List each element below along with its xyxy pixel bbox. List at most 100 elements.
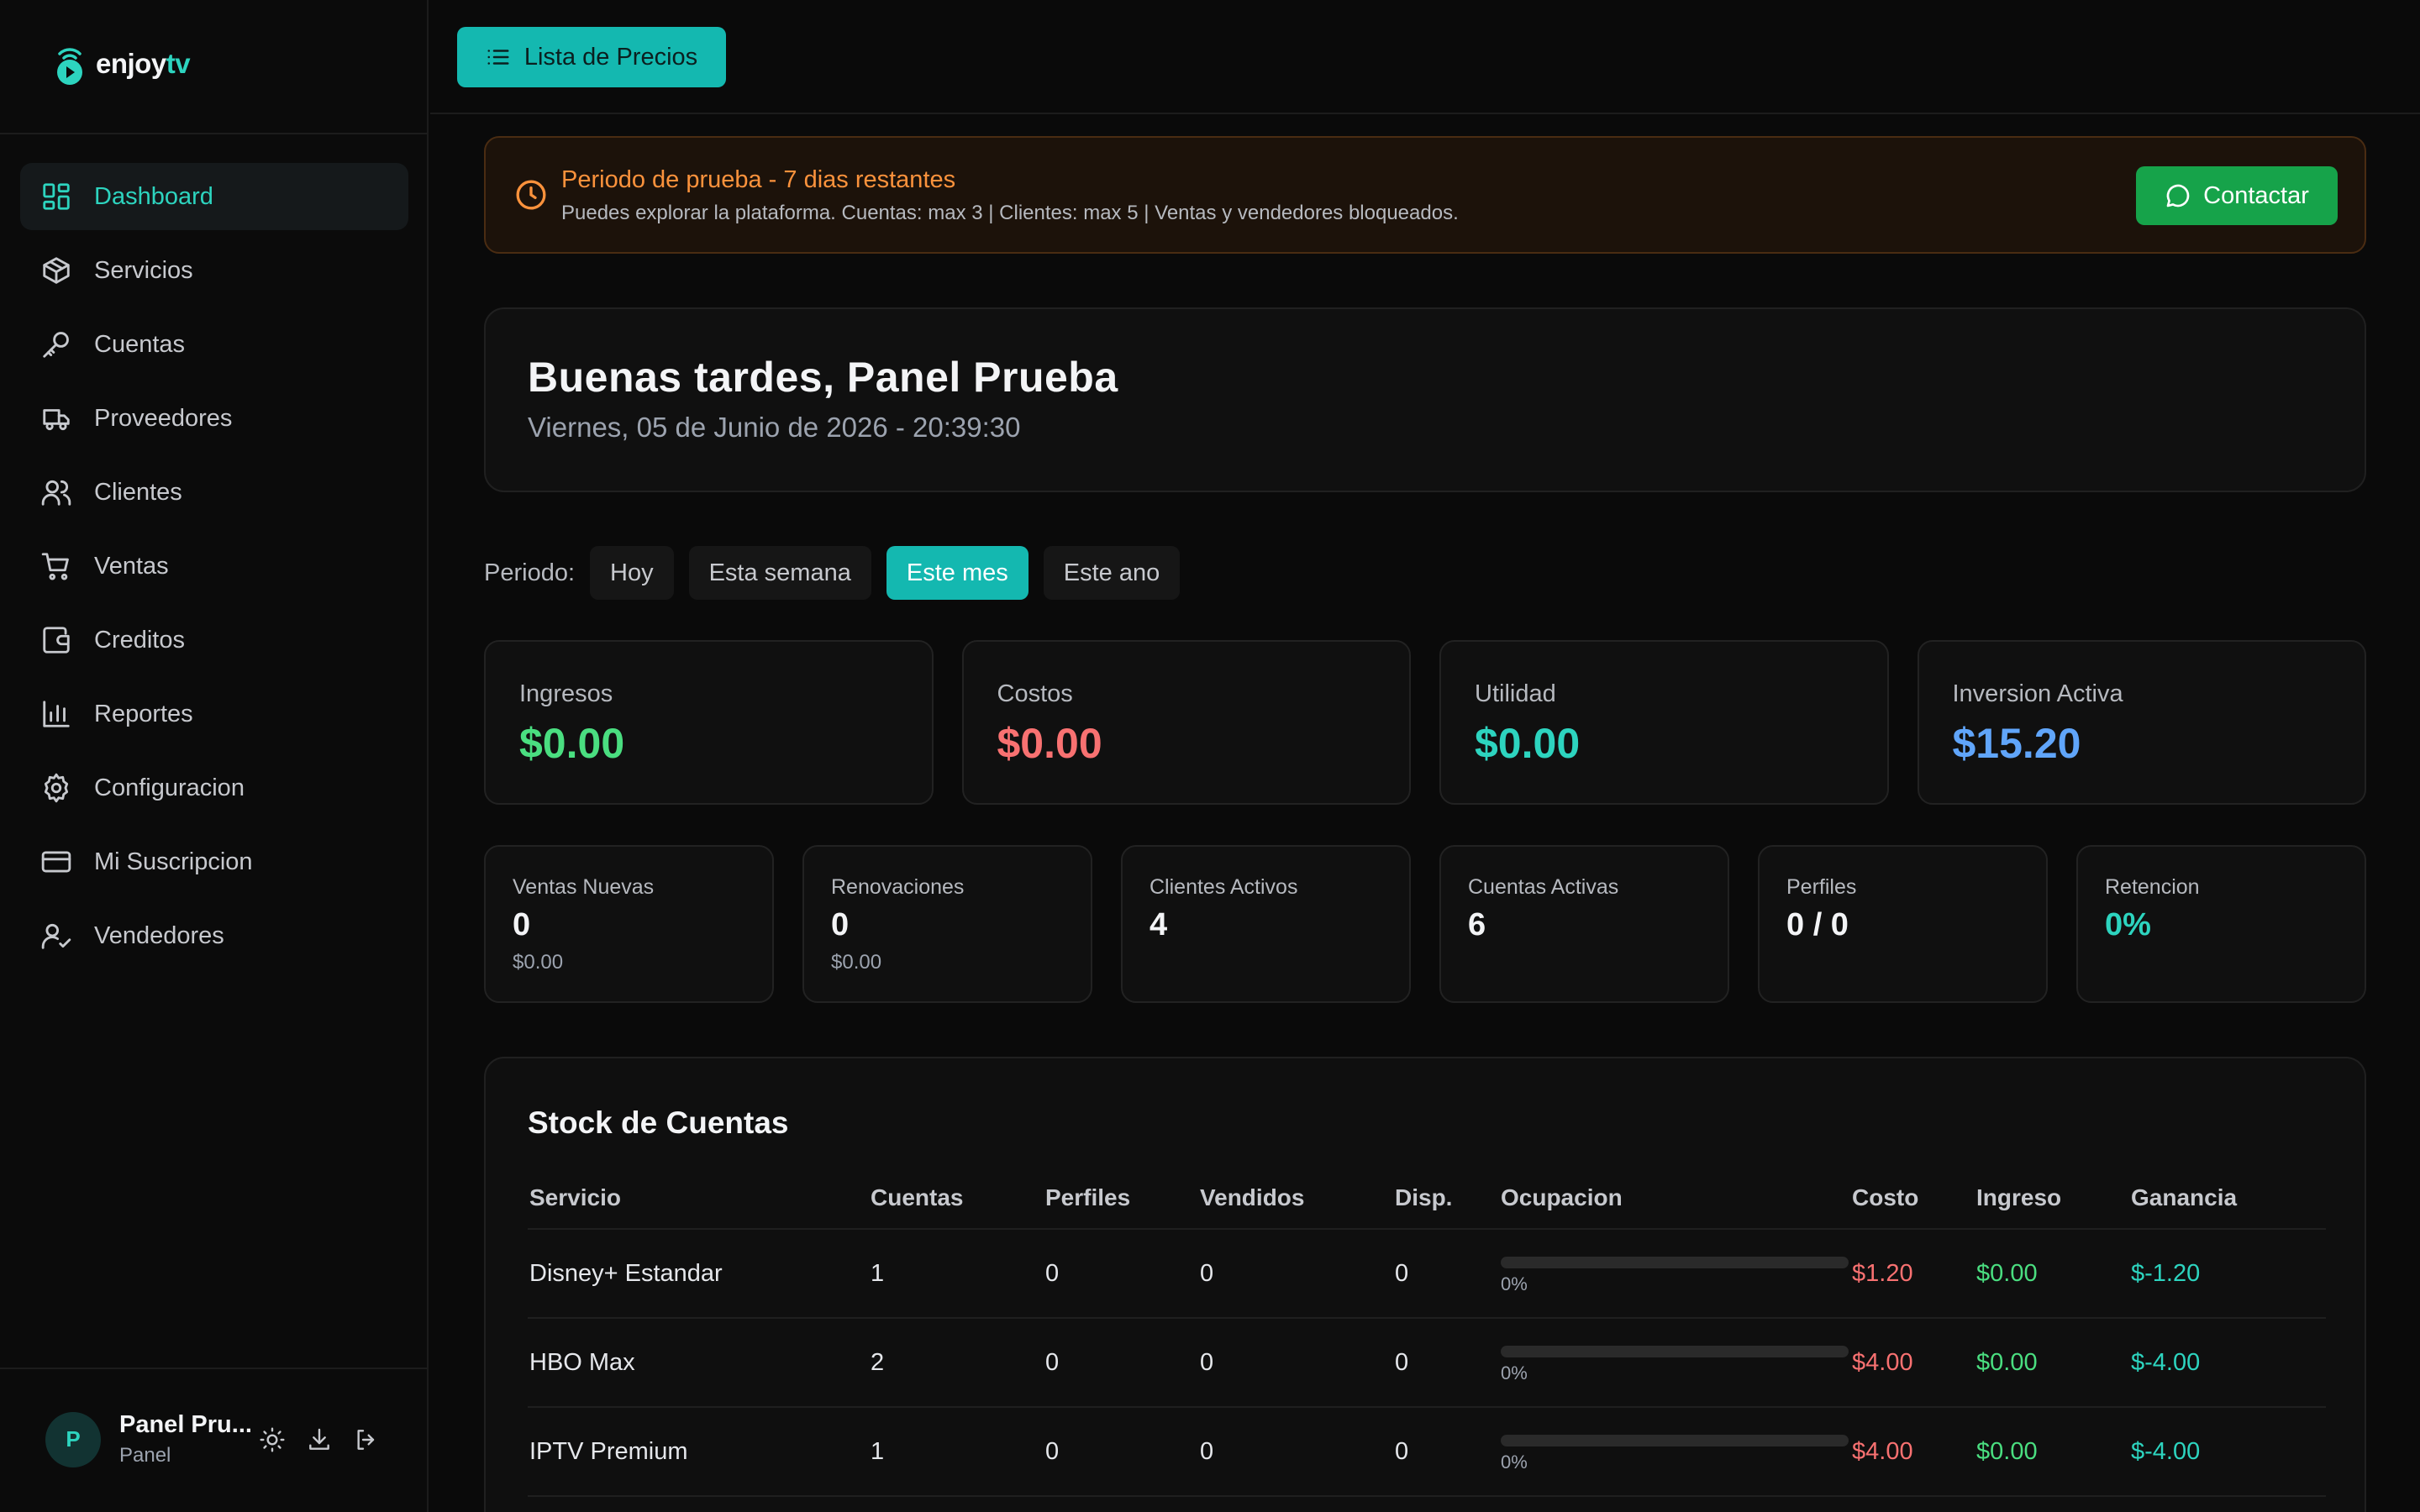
user-panel: P Panel Pru... Panel [45, 1411, 381, 1467]
stat-label: Ventas Nuevas [513, 875, 655, 899]
occupancy-bar [1501, 1435, 1849, 1446]
sun-icon[interactable] [258, 1425, 287, 1454]
sidebar-item-label: Proveedores [94, 404, 233, 432]
brand-logo[interactable]: enjoytv [52, 42, 191, 86]
stat-label: Cuentas Activas [1468, 875, 1619, 899]
column-header[interactable]: Costo [1850, 1184, 1975, 1211]
kpi-label: Inversion Activa [1952, 680, 2123, 707]
cell-ocupacion: 0% [1499, 1341, 1850, 1384]
top-bar: Lista de Precios [430, 0, 2420, 114]
occupancy-bar [1501, 1257, 1849, 1268]
kpi-label: Costos [997, 680, 1073, 707]
stat-subvalue: $0.00 [513, 951, 564, 974]
sidebar-item-label: Servicios [94, 256, 193, 284]
period-option-este-mes[interactable]: Este mes [886, 546, 1028, 600]
cell-cuentas: 1 [871, 1259, 885, 1287]
sidebar-item-dashboard[interactable]: Dashboard [20, 163, 408, 230]
contact-label: Contactar [2203, 181, 2309, 209]
table-header: Servicio Cuentas Perfiles Vendidos Disp.… [528, 1168, 2326, 1230]
kpi-card-inversion-activa: Inversion Activa $15.20 [1917, 640, 2366, 805]
column-header[interactable]: Perfiles [1044, 1184, 1198, 1211]
sidebar-item-label: Clientes [94, 478, 182, 506]
column-header[interactable]: Ocupacion [1499, 1184, 1850, 1211]
cell-disp: 0 [1395, 1437, 1409, 1465]
sidebar-item-label: Dashboard [94, 182, 213, 210]
sidebar-item-creditos[interactable]: Creditos [20, 606, 408, 674]
stat-card-perfiles: Perfiles 0 / 0 [1758, 845, 2048, 1003]
cell-ocupacion: 0% [1499, 1252, 1850, 1295]
stat-value: 6 [1468, 907, 1486, 942]
period-filter: Periodo: Hoy Esta semana Este mes Este a… [484, 546, 1181, 600]
stat-label: Clientes Activos [1150, 875, 1298, 899]
credit-card-icon [40, 846, 72, 878]
user-role: Panel [119, 1444, 171, 1467]
price-list-button[interactable]: Lista de Precios [457, 27, 726, 87]
table-row[interactable]: Disney+ Estandar 1 0 0 0 0% $1.20 $0.00 … [528, 1230, 2326, 1319]
cell-perfiles: 0 [1045, 1259, 1060, 1287]
column-header[interactable]: Disp. [1393, 1184, 1499, 1211]
period-option-este-ano[interactable]: Este ano [1043, 546, 1181, 600]
sidebar-item-reportes[interactable]: Reportes [20, 680, 408, 748]
cell-ganancia: $-1.20 [2131, 1259, 2201, 1287]
period-option-esta-semana[interactable]: Esta semana [688, 546, 871, 600]
sidebar-item-clientes[interactable]: Clientes [20, 459, 408, 526]
key-icon [40, 328, 72, 360]
stat-value: 0 / 0 [1786, 907, 1849, 942]
cell-perfiles: 0 [1045, 1348, 1060, 1376]
period-option-hoy[interactable]: Hoy [590, 546, 674, 600]
contact-button[interactable]: Contactar [2136, 166, 2338, 225]
trial-description: Puedes explorar la plataforma. Cuentas: … [561, 202, 1459, 224]
stock-table: Servicio Cuentas Perfiles Vendidos Disp.… [528, 1168, 2326, 1497]
column-header[interactable]: Servicio [528, 1184, 869, 1211]
sidebar-item-configuracion[interactable]: Configuracion [20, 754, 408, 822]
occupancy-percent: 0% [1501, 1452, 1528, 1473]
cell-disp: 0 [1395, 1348, 1409, 1376]
cell-vendidos: 0 [1200, 1259, 1214, 1287]
sidebar-item-suscripcion[interactable]: Mi Suscripcion [20, 828, 408, 895]
price-list-label: Lista de Precios [523, 43, 698, 71]
cell-perfiles: 0 [1045, 1437, 1060, 1465]
sidebar-divider [0, 133, 429, 134]
table-row[interactable]: HBO Max 2 0 0 0 0% $4.00 $0.00 $-4.00 [528, 1319, 2326, 1408]
kpi-value: $0.00 [1475, 720, 1581, 767]
stat-value: 4 [1150, 907, 1168, 942]
sidebar-item-servicios[interactable]: Servicios [20, 237, 408, 304]
wallet-icon [40, 624, 72, 656]
cell-cuentas: 1 [871, 1437, 885, 1465]
avatar[interactable]: P [45, 1411, 101, 1467]
kpi-card-costos: Costos $0.00 [961, 640, 1411, 805]
cell-servicio: IPTV Premium [529, 1437, 688, 1465]
sidebar-item-label: Cuentas [94, 330, 186, 358]
occupancy-bar [1501, 1346, 1849, 1357]
stat-card-retencion: Retencion 0% [2076, 845, 2366, 1003]
sidebar-item-label: Creditos [94, 626, 185, 654]
play-broadcast-icon [52, 42, 87, 86]
sidebar-item-vendedores[interactable]: Vendedores [20, 902, 408, 969]
stat-cards: Ventas Nuevas 0 $0.00 Renovaciones 0 $0.… [484, 845, 2366, 1003]
stock-panel: Stock de Cuentas Servicio Cuentas Perfil… [484, 1057, 2366, 1512]
column-header[interactable]: Cuentas [869, 1184, 1044, 1211]
occupancy-percent: 0% [1501, 1273, 1528, 1294]
column-header[interactable]: Ganancia [2129, 1184, 2297, 1211]
cell-cuentas: 2 [871, 1348, 885, 1376]
greeting-card: Buenas tardes, Panel Prueba Viernes, 05 … [484, 307, 2366, 492]
sidebar-item-cuentas[interactable]: Cuentas [20, 311, 408, 378]
stat-subvalue: $0.00 [831, 951, 882, 974]
sidebar-item-ventas[interactable]: Ventas [20, 533, 408, 600]
cell-ingreso: $0.00 [1976, 1437, 2038, 1465]
sidebar: enjoytv Dashboard Servicios Cuentas Prov… [0, 0, 429, 1512]
column-header[interactable]: Vendidos [1198, 1184, 1393, 1211]
cell-ingreso: $0.00 [1976, 1348, 2038, 1376]
stat-label: Perfiles [1786, 875, 1857, 899]
sidebar-item-label: Mi Suscripcion [94, 848, 253, 875]
clock-icon [514, 178, 548, 212]
kpi-label: Ingresos [519, 680, 613, 707]
cell-ingreso: $0.00 [1976, 1259, 2038, 1287]
sidebar-item-proveedores[interactable]: Proveedores [20, 385, 408, 452]
dashboard-icon [40, 181, 72, 213]
download-icon[interactable] [305, 1425, 334, 1454]
column-header[interactable]: Ingreso [1975, 1184, 2129, 1211]
table-row[interactable]: IPTV Premium 1 0 0 0 0% $4.00 $0.00 $-4.… [528, 1408, 2326, 1497]
logout-icon[interactable] [352, 1425, 381, 1454]
cell-ocupacion: 0% [1499, 1430, 1850, 1473]
